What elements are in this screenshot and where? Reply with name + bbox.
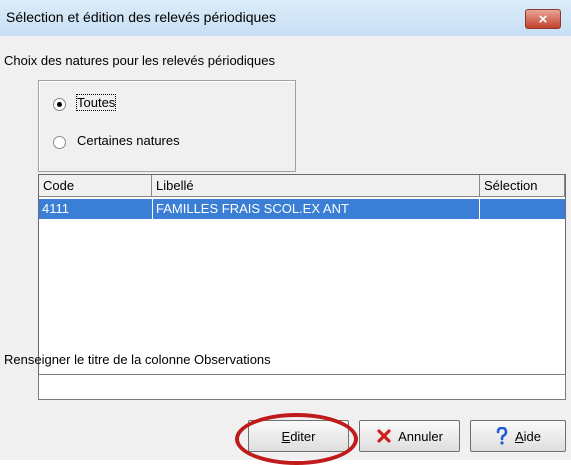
natures-radio-group: Toutes Certaines natures <box>38 80 296 172</box>
editer-button[interactable]: Editer <box>248 420 349 452</box>
title-bar: Sélection et édition des relevés périodi… <box>0 0 571 36</box>
editer-button-label: Editer <box>281 428 316 444</box>
radio-certaines-natures-label[interactable]: Certaines natures <box>77 133 180 148</box>
dialog-body: Choix des natures pour les relevés pério… <box>0 36 571 465</box>
column-header-code[interactable]: Code <box>39 175 152 197</box>
aide-button[interactable]: Aide <box>470 420 566 452</box>
aide-button-label: Aide <box>514 428 542 444</box>
column-header-selection[interactable]: Sélection <box>480 175 565 197</box>
observations-input[interactable] <box>38 374 566 400</box>
cell-selection[interactable] <box>480 199 565 219</box>
observations-label: Renseigner le titre de la colonne Observ… <box>4 352 271 367</box>
annuler-button-label: Annuler <box>398 428 443 444</box>
column-header-libelle[interactable]: Libellé <box>152 175 480 197</box>
table-row[interactable]: 4111 FAMILLES FRAIS SCOL.EX ANT <box>39 199 565 219</box>
cell-libelle[interactable]: FAMILLES FRAIS SCOL.EX ANT <box>153 199 480 219</box>
close-button[interactable]: × <box>525 9 561 29</box>
radio-toutes[interactable] <box>53 98 66 111</box>
window-title: Sélection et édition des relevés périodi… <box>6 9 277 25</box>
cell-code[interactable]: 4111 <box>39 199 153 219</box>
radio-certaines-natures[interactable] <box>53 136 66 149</box>
help-question-icon <box>496 427 508 445</box>
radio-toutes-label[interactable]: Toutes <box>75 94 117 111</box>
close-icon: × <box>538 11 548 28</box>
cancel-x-icon <box>377 429 391 443</box>
natures-heading: Choix des natures pour les relevés pério… <box>4 53 275 68</box>
annuler-button[interactable]: Annuler <box>359 420 460 452</box>
